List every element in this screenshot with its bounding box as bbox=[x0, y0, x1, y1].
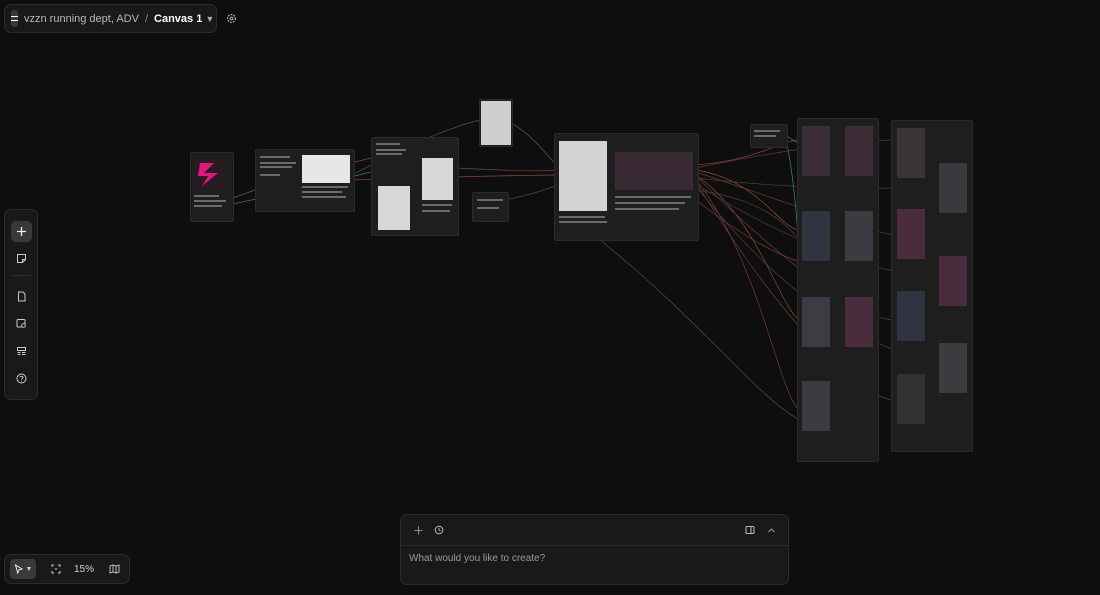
settings-button[interactable] bbox=[226, 12, 237, 26]
node-model-sheet[interactable] bbox=[479, 99, 513, 147]
plus-icon bbox=[17, 227, 26, 236]
chevron-up-icon bbox=[767, 527, 775, 532]
prompt-toolbar bbox=[401, 515, 788, 546]
left-toolbar bbox=[4, 209, 38, 400]
chevron-down-icon: ▼ bbox=[25, 565, 33, 573]
node-products[interactable] bbox=[371, 137, 459, 236]
results-column-1[interactable] bbox=[797, 118, 879, 462]
prompt-input[interactable]: What would you like to create? bbox=[409, 553, 545, 564]
cursor-icon bbox=[14, 564, 23, 574]
fit-icon bbox=[51, 564, 61, 574]
gear-icon bbox=[227, 14, 237, 23]
plus-icon bbox=[414, 526, 422, 534]
add-button[interactable] bbox=[11, 221, 32, 242]
add-attachment-button[interactable] bbox=[410, 522, 426, 538]
breadcrumb-separator: / bbox=[144, 12, 149, 25]
moodboard-image bbox=[302, 155, 350, 183]
map-icon bbox=[109, 564, 119, 574]
fit-view-button[interactable] bbox=[46, 559, 66, 579]
collapse-button[interactable] bbox=[763, 522, 779, 538]
results-column-2[interactable] bbox=[891, 120, 973, 452]
zoom-level[interactable]: 15% bbox=[74, 559, 94, 579]
node-prompt-small[interactable] bbox=[472, 192, 509, 222]
panel-toggle-button[interactable] bbox=[742, 522, 758, 538]
breadcrumb-bar: vzzn running dept, ADV / Canvas 1 ▼ bbox=[4, 4, 237, 33]
document-icon bbox=[18, 291, 26, 302]
note-icon bbox=[17, 254, 26, 263]
image-button[interactable] bbox=[11, 313, 32, 334]
logo-image bbox=[194, 159, 224, 189]
document-button[interactable] bbox=[11, 286, 32, 307]
help-button[interactable] bbox=[11, 368, 32, 389]
note-button[interactable] bbox=[11, 248, 32, 269]
image-search-icon bbox=[16, 319, 26, 328]
node-brief[interactable] bbox=[255, 149, 355, 212]
minimap-button[interactable] bbox=[104, 559, 124, 579]
menu-button[interactable] bbox=[11, 10, 18, 27]
node-main-composition[interactable] bbox=[554, 133, 699, 241]
menu-icon bbox=[11, 16, 18, 21]
history-button[interactable] bbox=[431, 522, 447, 538]
node-note[interactable] bbox=[750, 124, 788, 148]
project-name[interactable]: vzzn running dept, ADV bbox=[24, 13, 139, 25]
prompt-composer: What would you like to create? bbox=[400, 514, 789, 585]
bottom-toolbar: ▼ 15% bbox=[4, 554, 130, 584]
select-tool-button[interactable]: ▼ bbox=[10, 559, 36, 579]
chevron-down-icon[interactable]: ▼ bbox=[205, 14, 214, 24]
sidebar-icon bbox=[745, 526, 755, 534]
layout-button[interactable] bbox=[11, 341, 32, 362]
canvas-name[interactable]: Canvas 1 bbox=[154, 13, 202, 25]
history-icon bbox=[434, 525, 444, 535]
help-icon bbox=[16, 373, 27, 384]
node-brand-logo[interactable] bbox=[190, 152, 234, 222]
layout-icon bbox=[17, 347, 26, 355]
